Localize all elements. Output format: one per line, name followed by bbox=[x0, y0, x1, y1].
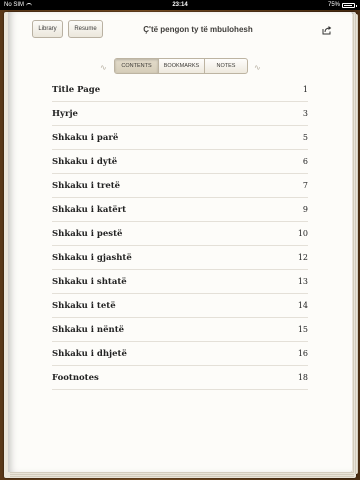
status-bar: No SIM 23:14 75% bbox=[0, 0, 360, 10]
toc-page-number: 13 bbox=[297, 277, 308, 286]
toc-label: Shkaku i tretë bbox=[52, 181, 121, 191]
book-title: Ç'të pengon ty të mbulohesh bbox=[143, 25, 253, 34]
toc-row[interactable]: Shkaku i tretë 7 bbox=[52, 174, 308, 198]
toc-page-number: 10 bbox=[297, 229, 308, 238]
tab-notes[interactable]: NOTES bbox=[205, 59, 247, 73]
toc-label: Shkaku i tetë bbox=[52, 301, 116, 311]
toc-label: Footnotes bbox=[52, 373, 99, 383]
toc-label: Shkaku i pestë bbox=[52, 229, 123, 239]
curl-ornament-left-icon: ∿ bbox=[100, 63, 107, 72]
page-edge-right bbox=[352, 14, 358, 474]
library-button[interactable]: Library bbox=[32, 20, 63, 38]
toc-label: Shkaku i nëntë bbox=[52, 325, 125, 335]
tab-contents[interactable]: CONTENTS bbox=[115, 59, 159, 73]
view-tabs: CONTENTS BOOKMARKS NOTES bbox=[114, 58, 248, 74]
toolbar: Library Resume Ç'të pengon ty të mbulohe… bbox=[8, 12, 352, 52]
toc-row[interactable]: Shkaku i gjashtë 12 bbox=[52, 246, 308, 270]
toc-page-number: 1 bbox=[302, 85, 308, 94]
toc-page-number: 6 bbox=[302, 157, 308, 166]
clock: 23:14 bbox=[172, 2, 188, 8]
toc-row[interactable]: Hyrje 3 bbox=[52, 102, 308, 126]
share-icon[interactable] bbox=[322, 25, 332, 35]
toc-row[interactable]: Shkaku i nëntë 15 bbox=[52, 318, 308, 342]
toc-page-number: 9 bbox=[302, 205, 308, 214]
resume-button[interactable]: Resume bbox=[68, 20, 103, 38]
toc-page-number: 15 bbox=[297, 325, 308, 334]
toc-row[interactable]: Shkaku i dhjetë 16 bbox=[52, 342, 308, 366]
toc-page-number: 16 bbox=[297, 349, 308, 358]
toc-page-number: 7 bbox=[302, 181, 308, 190]
toc-label: Title Page bbox=[52, 85, 101, 95]
contents-list: Title Page 1 Hyrje 3 Shkaku i parë 5 Shkaku… bbox=[52, 78, 308, 390]
toc-row[interactable]: Shkaku i shtatë 13 bbox=[52, 270, 308, 294]
battery-icon bbox=[342, 2, 357, 8]
toc-page-number: 3 bbox=[302, 109, 308, 118]
toc-row[interactable]: Title Page 1 bbox=[52, 78, 308, 102]
toc-page-number: 5 bbox=[302, 133, 308, 142]
toc-row[interactable]: Shkaku i katërt 9 bbox=[52, 198, 308, 222]
toc-row[interactable]: Shkaku i tetë 14 bbox=[52, 294, 308, 318]
curl-ornament-right-icon: ∿ bbox=[254, 63, 261, 72]
toc-label: Shkaku i katërt bbox=[52, 205, 127, 215]
battery-percent: 75% bbox=[327, 2, 340, 8]
toc-row[interactable]: Footnotes 18 bbox=[52, 366, 308, 390]
toc-page-number: 18 bbox=[297, 373, 308, 382]
toc-page-number: 12 bbox=[297, 253, 308, 262]
toc-row[interactable]: Shkaku i pestë 10 bbox=[52, 222, 308, 246]
tab-bookmarks[interactable]: BOOKMARKS bbox=[159, 59, 205, 73]
toc-label: Shkaku i parë bbox=[52, 133, 119, 143]
toc-label: Hyrje bbox=[52, 109, 78, 119]
toc-label: Shkaku i shtatë bbox=[52, 277, 127, 287]
toc-page-number: 14 bbox=[297, 301, 308, 310]
page-edge-bottom bbox=[10, 472, 354, 478]
toc-label: Shkaku i dytë bbox=[52, 157, 118, 167]
toc-label: Shkaku i dhjetë bbox=[52, 349, 127, 359]
toc-row[interactable]: Shkaku i dytë 6 bbox=[52, 150, 308, 174]
toc-row[interactable]: Shkaku i parë 5 bbox=[52, 126, 308, 150]
toc-label: Shkaku i gjashtë bbox=[52, 253, 132, 263]
